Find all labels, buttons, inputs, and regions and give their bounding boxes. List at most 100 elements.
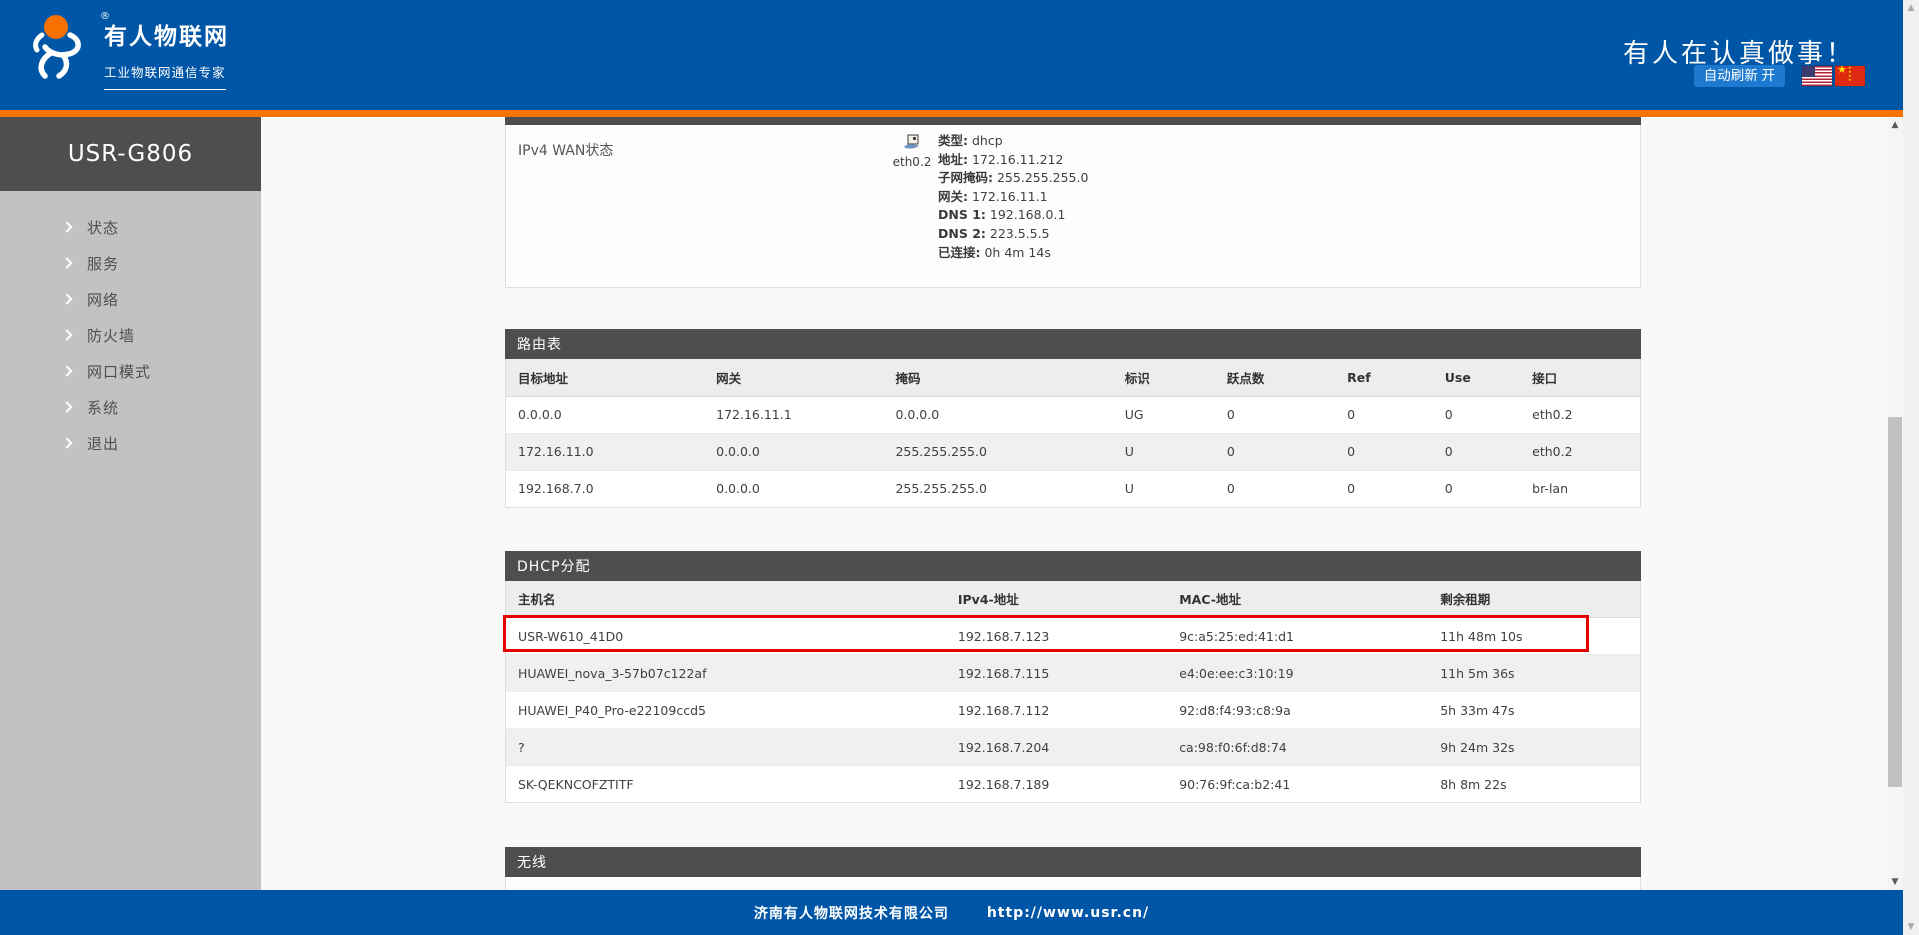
sidebar-item-label: 状态 — [87, 217, 119, 238]
table-cell: 192.168.7.189 — [946, 766, 1167, 803]
scroll-up-arrow-icon[interactable]: ▲ — [1903, 3, 1919, 13]
wan-detail-line: 类型: dhcp — [938, 132, 1088, 151]
column-header: 接口 — [1520, 359, 1640, 396]
table-cell: 9h 24m 32s — [1428, 729, 1640, 766]
column-header: 主机名 — [506, 581, 946, 618]
footer-company-name: 济南有人物联网技术有限公司 — [754, 903, 949, 923]
chevron-right-icon — [61, 221, 72, 232]
content-scrollbar[interactable]: ▲ ▼ — [1887, 117, 1903, 890]
table-row: ?192.168.7.204ca:98:f0:6f:d8:749h 24m 32… — [506, 729, 1641, 766]
ethernet-adapter-icon — [902, 134, 922, 150]
sidebar-item-label: 网络 — [87, 289, 119, 310]
table-cell: 11h 5m 36s — [1428, 655, 1640, 692]
table-cell: e4:0e:ee:c3:10:19 — [1167, 655, 1428, 692]
table-cell: 192.168.7.204 — [946, 729, 1167, 766]
table-cell: 0 — [1433, 433, 1520, 470]
wan-interface: eth0.2 — [888, 134, 936, 169]
table-cell: U — [1113, 433, 1215, 470]
sidebar: USR-G806 状态 服务 网络 防火墙 网口模式 — [0, 117, 261, 890]
route-table: 目标地址 网关 掩码 标识 跃点数 Ref Use 接口 0.0.0.0172.… — [505, 359, 1641, 508]
wan-status-title: IPv4 WAN状态 — [518, 140, 613, 160]
chevron-right-icon — [61, 329, 72, 340]
accent-divider — [0, 110, 1903, 117]
header-controls: 自动刷新 开 ★★ ★★ ★ — [1694, 65, 1865, 87]
wan-detail-line: DNS 2: 223.5.5.5 — [938, 225, 1088, 244]
scroll-up-arrow-icon[interactable]: ▲ — [1887, 120, 1903, 130]
table-cell: 0 — [1335, 396, 1433, 433]
wan-interface-name: eth0.2 — [888, 155, 936, 169]
sidebar-item-logout[interactable]: 退出 — [0, 425, 261, 461]
table-header-row: 目标地址 网关 掩码 标识 跃点数 Ref Use 接口 — [506, 359, 1641, 396]
table-cell: UG — [1113, 396, 1215, 433]
table-cell: 255.255.255.0 — [883, 433, 1112, 470]
table-row: USR-W610_41D0192.168.7.1239c:a5:25:ed:41… — [506, 618, 1641, 655]
sidebar-item-label: 网口模式 — [87, 361, 151, 382]
column-header: 标识 — [1113, 359, 1215, 396]
wireless-section-header: 无线 — [505, 847, 1641, 877]
table-cell: 0.0.0.0 — [506, 396, 705, 433]
auto-refresh-toggle-button[interactable]: 自动刷新 开 — [1694, 65, 1785, 87]
footer-website-link[interactable]: http://www.usr.cn/ — [987, 905, 1149, 921]
table-cell: eth0.2 — [1520, 396, 1640, 433]
sidebar-item-label: 服务 — [87, 253, 119, 274]
wan-status-panel: IPv4 WAN状态 eth0.2 类型: dhcp地址: 172.16.11.… — [505, 125, 1641, 288]
scroll-down-arrow-icon[interactable]: ▼ — [1903, 922, 1919, 932]
sidebar-item-network[interactable]: 网络 — [0, 281, 261, 317]
chevron-right-icon — [61, 401, 72, 412]
chevron-right-icon — [61, 437, 72, 448]
person-logo-icon — [26, 13, 98, 81]
table-cell: ? — [506, 729, 946, 766]
device-model-title: USR-G806 — [0, 117, 261, 191]
table-cell: 92:d8:f4:93:c8:9a — [1167, 692, 1428, 729]
sidebar-item-port-mode[interactable]: 网口模式 — [0, 353, 261, 389]
table-cell: 192.168.7.112 — [946, 692, 1167, 729]
sidebar-item-services[interactable]: 服务 — [0, 245, 261, 281]
sidebar-item-status[interactable]: 状态 — [0, 209, 261, 245]
table-header-row: 主机名 IPv4-地址 MAC-地址 剩余租期 — [506, 581, 1641, 618]
column-header: MAC-地址 — [1167, 581, 1428, 618]
china-flag-icon[interactable]: ★★ ★★ ★ — [1835, 66, 1865, 86]
chevron-right-icon — [61, 293, 72, 304]
table-cell: 192.168.7.123 — [946, 618, 1167, 655]
usa-flag-icon[interactable] — [1802, 66, 1832, 86]
table-row: HUAWEI_nova_3-57b07c122af192.168.7.115e4… — [506, 655, 1641, 692]
wireless-section: 无线 — [505, 847, 1641, 890]
sidebar-item-label: 系统 — [87, 397, 119, 418]
window-scrollbar[interactable]: ▲ ▼ — [1903, 0, 1919, 935]
table-cell: 8h 8m 22s — [1428, 766, 1640, 803]
table-cell: 192.168.7.115 — [946, 655, 1167, 692]
route-table-section: 路由表 目标地址 网关 掩码 标识 跃点数 Ref — [505, 329, 1641, 508]
table-cell: 0 — [1433, 470, 1520, 507]
top-header: ® 有人物联网 工业物联网通信专家 有人在认真做事！ 自动刷新 开 ★★ ★★ … — [0, 0, 1903, 110]
sidebar-item-system[interactable]: 系统 — [0, 389, 261, 425]
wan-detail-line: 子网掩码: 255.255.255.0 — [938, 169, 1088, 188]
main-content: IPv4 WAN状态 eth0.2 类型: dhcp地址: 172.16.11.… — [261, 117, 1887, 890]
column-header: 跃点数 — [1215, 359, 1335, 396]
wan-detail-line: 已连接: 0h 4m 14s — [938, 244, 1088, 263]
table-cell: 5h 33m 47s — [1428, 692, 1640, 729]
chevron-right-icon — [61, 257, 72, 268]
table-cell: 0 — [1335, 433, 1433, 470]
route-table-header: 路由表 — [505, 329, 1641, 359]
brand-block: 有人物联网 工业物联网通信专家 — [104, 17, 229, 90]
table-row: 0.0.0.0172.16.11.10.0.0.0UG000eth0.2 — [506, 396, 1641, 433]
table-cell: br-lan — [1520, 470, 1640, 507]
sidebar-item-firewall[interactable]: 防火墙 — [0, 317, 261, 353]
table-cell: 90:76:9f:ca:b2:41 — [1167, 766, 1428, 803]
table-cell: HUAWEI_nova_3-57b07c122af — [506, 655, 946, 692]
scroll-down-arrow-icon[interactable]: ▼ — [1887, 877, 1903, 887]
table-cell: 0.0.0.0 — [883, 396, 1112, 433]
wan-detail-line: 网关: 172.16.11.1 — [938, 188, 1088, 207]
table-cell: ca:98:f0:6f:d8:74 — [1167, 729, 1428, 766]
column-header: Use — [1433, 359, 1520, 396]
table-row: 192.168.7.00.0.0.0255.255.255.0U000br-la… — [506, 470, 1641, 507]
table-cell: 11h 48m 10s — [1428, 618, 1640, 655]
table-cell: SK-QEKNCOFZTITF — [506, 766, 946, 803]
scrollbar-thumb[interactable] — [1888, 417, 1902, 787]
sidebar-menu: 状态 服务 网络 防火墙 网口模式 系统 — [0, 191, 261, 461]
table-cell: 172.16.11.1 — [704, 396, 883, 433]
scrolled-section-header-remnant — [505, 117, 1641, 125]
footer: 济南有人物联网技术有限公司 http://www.usr.cn/ — [0, 890, 1903, 935]
chevron-right-icon — [61, 365, 72, 376]
table-cell: 0 — [1215, 433, 1335, 470]
